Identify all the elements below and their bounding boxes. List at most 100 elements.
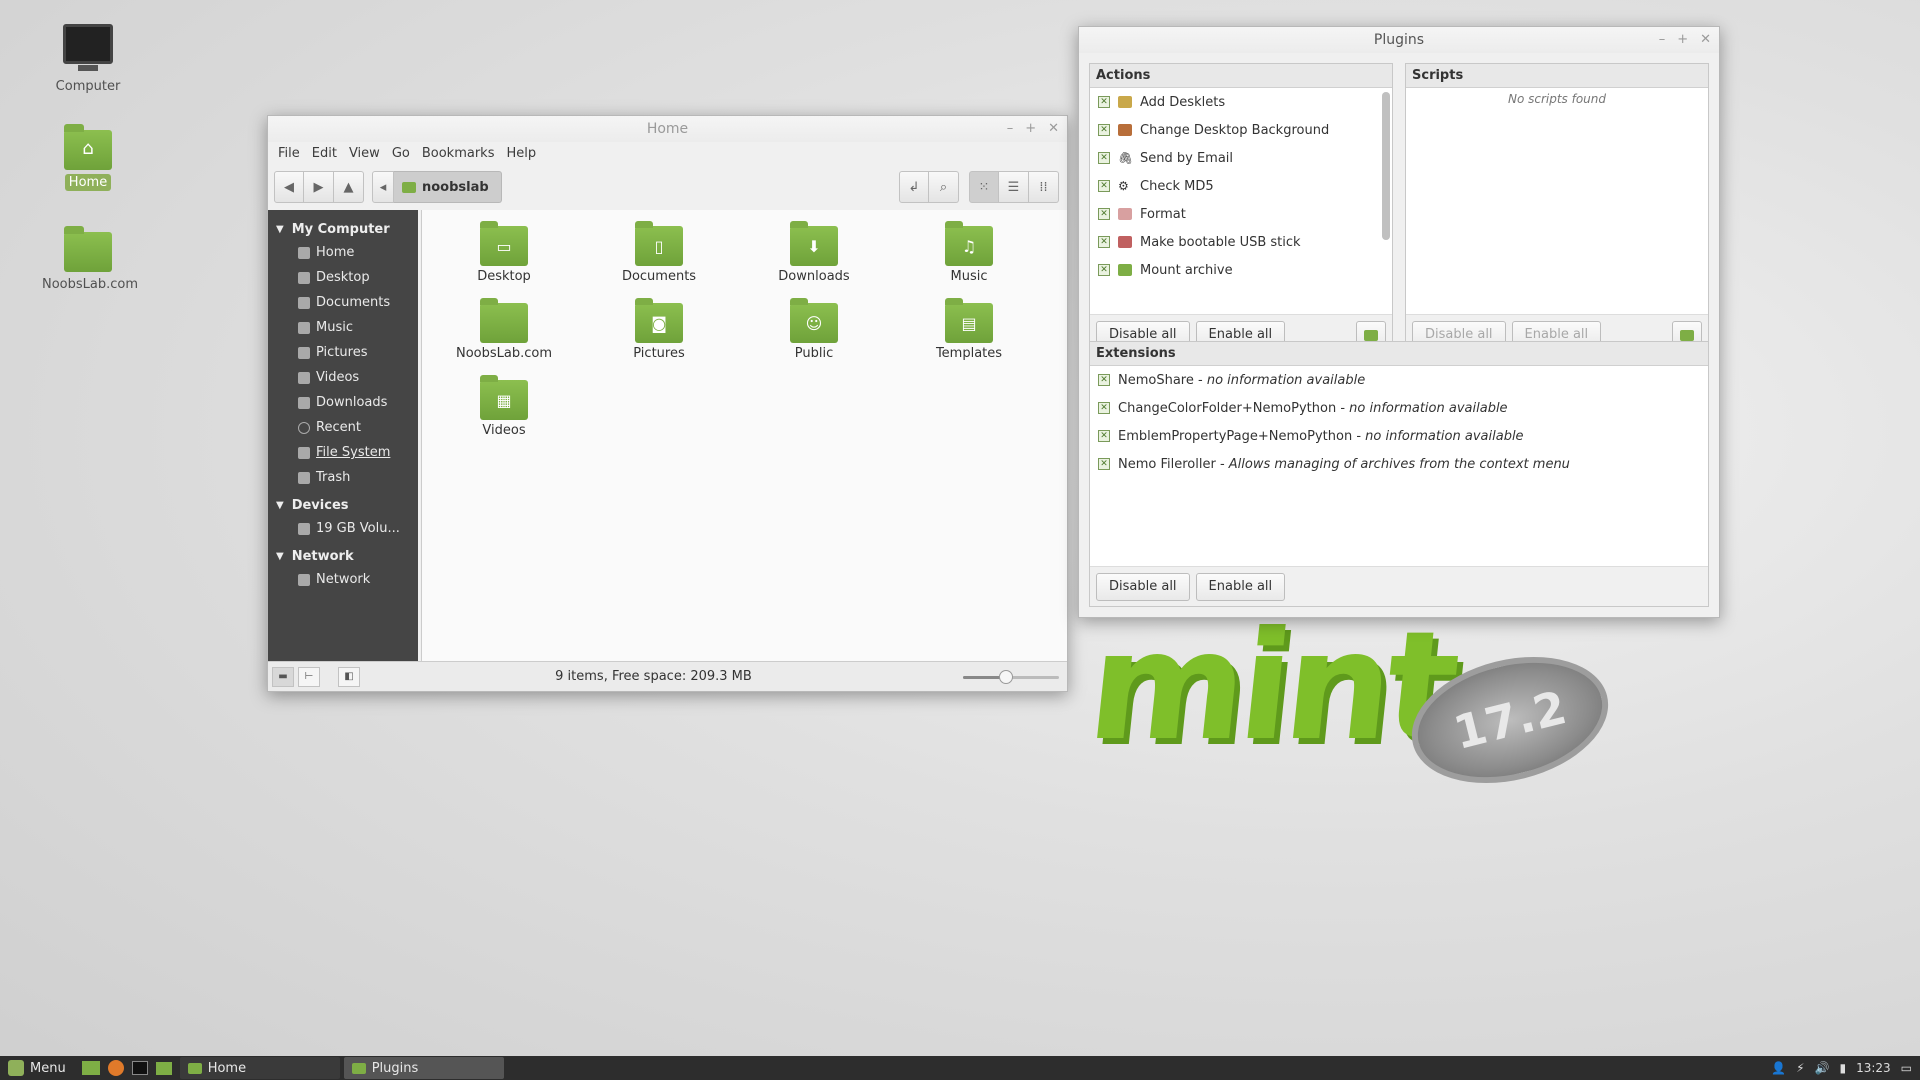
minimize-icon[interactable]: – [1007,121,1014,136]
action-row[interactable]: ✕ Change Desktop Background [1090,116,1392,144]
forward-button[interactable]: ▶ [304,171,334,203]
sidebar-section-devices[interactable]: ▼ Devices [268,494,418,516]
network-icon[interactable]: ⚡ [1796,1061,1804,1075]
action-row[interactable]: ✕ Format [1090,200,1392,228]
checkbox-checked[interactable]: ✕ [1098,402,1110,414]
extension-row[interactable]: ✕ EmblemPropertyPage+NemoPython - no info… [1090,422,1708,450]
zoom-slider-handle[interactable] [999,669,1014,684]
file-view[interactable]: ▭ Desktop ▯ Documents ⬇ Downloads ♫ Music No… [421,210,1067,661]
taskbar-window-plugins[interactable]: Plugins [343,1057,504,1079]
sidebar-item-volume[interactable]: 19 GB Volu... [268,516,418,541]
show-places-button[interactable]: ▬ [272,666,294,687]
file-item-desktop[interactable]: ▭ Desktop [444,221,564,284]
action-row[interactable]: ✕ 🖇 Send by Email [1090,144,1392,172]
file-item-noobslab[interactable]: NoobsLab.com [444,298,564,361]
maximize-icon[interactable]: + [1025,121,1036,136]
scrollbar-thumb[interactable] [1382,92,1390,240]
sidebar-item-pictures[interactable]: Pictures [268,340,418,365]
checkbox-checked[interactable]: ✕ [1098,152,1110,164]
sidebar-item-documents[interactable]: Documents [268,290,418,315]
list-view-button[interactable]: ☰ [999,171,1029,203]
checkbox-checked[interactable]: ✕ [1098,208,1110,220]
show-desktop-icon[interactable] [81,1061,100,1075]
toggle-location-button[interactable]: ↲ [899,171,929,203]
sidebar-item-trash[interactable]: Trash [268,465,418,490]
sidebar-section-my-computer[interactable]: ▼ My Computer [268,218,418,240]
show-treeview-button[interactable]: ⊢ [298,666,320,687]
checkbox-checked[interactable]: ✕ [1098,180,1110,192]
minimize-icon[interactable]: – [1659,32,1666,47]
sidebar-item-recent[interactable]: Recent [268,415,418,440]
files-icon[interactable] [155,1061,172,1075]
hide-sidebar-button[interactable]: ◧ [338,666,360,687]
sidebar-item-file-system[interactable]: File System [268,440,418,465]
menu-edit[interactable]: Edit [306,146,343,161]
volume-icon[interactable]: 🔊 [1815,1061,1830,1075]
sidebar-item-music[interactable]: Music [268,315,418,340]
checkbox-checked[interactable]: ✕ [1098,430,1110,442]
sidebar-item-downloads[interactable]: Downloads [268,390,418,415]
file-item-templates[interactable]: ▤ Templates [909,298,1029,361]
sidebar-item-label: Music [316,320,353,335]
menu-file[interactable]: File [272,146,306,161]
desktop-icon-computer[interactable]: Computer [38,24,138,95]
file-item-pictures[interactable]: ◙ Pictures [599,298,719,361]
checkbox-checked[interactable]: ✕ [1098,458,1110,470]
checkbox-checked[interactable]: ✕ [1098,264,1110,276]
menu-help[interactable]: Help [500,146,542,161]
user-icon[interactable]: 👤 [1771,1061,1786,1075]
show-desktop-icon[interactable]: ▭ [1901,1061,1912,1075]
back-button[interactable]: ◀ [274,171,304,203]
checkbox-checked[interactable]: ✕ [1098,124,1110,136]
extension-row[interactable]: ✕ NemoShare - no information available [1090,366,1708,394]
zoom-slider[interactable] [963,669,1059,684]
extensions-enable-all-button[interactable]: Enable all [1195,572,1286,601]
extensions-disable-all-button[interactable]: Disable all [1096,572,1190,601]
battery-icon[interactable]: ▮ [1839,1061,1846,1075]
up-button[interactable]: ▲ [334,171,364,203]
checkbox-checked[interactable]: ✕ [1098,96,1110,108]
firefox-icon[interactable] [107,1060,124,1076]
path-button-noobslab[interactable]: noobslab [394,171,502,203]
wallpaper-icon [1118,124,1132,136]
sidebar-section-network[interactable]: ▼ Network [268,545,418,567]
maximize-icon[interactable]: + [1677,32,1688,47]
extension-row[interactable]: ✕ Nemo Fileroller - Allows managing of ar… [1090,450,1708,478]
plugins-titlebar[interactable]: Plugins – + ✕ [1079,27,1719,53]
file-item-label: Desktop [477,269,531,284]
extension-row[interactable]: ✕ ChangeColorFolder+NemoPython - no infor… [1090,394,1708,422]
file-item-documents[interactable]: ▯ Documents [599,221,719,284]
file-item-music[interactable]: ♫ Music [909,221,1029,284]
action-row[interactable]: ✕ ⚙ Check MD5 [1090,172,1392,200]
search-button[interactable]: ⌕ [929,171,959,203]
checkbox-checked[interactable]: ✕ [1098,236,1110,248]
taskbar-window-home[interactable]: Home [179,1057,340,1079]
close-icon[interactable]: ✕ [1048,121,1059,136]
action-row[interactable]: ✕ Mount archive [1090,256,1392,284]
clock[interactable]: 13:23 [1856,1061,1891,1075]
terminal-icon[interactable] [131,1061,148,1075]
sidebar-item-desktop[interactable]: Desktop [268,265,418,290]
menu-bookmarks[interactable]: Bookmarks [416,146,501,161]
checkbox-checked[interactable]: ✕ [1098,374,1110,386]
sidebar-item-network[interactable]: Network [268,567,418,592]
sidebar-item-videos[interactable]: Videos [268,365,418,390]
desktop-icon-noobslab[interactable]: NoobsLab.com [38,226,138,293]
file-item-public[interactable]: ☺ Public [754,298,874,361]
file-item-downloads[interactable]: ⬇ Downloads [754,221,874,284]
icon-view-button[interactable]: ⁙ [969,171,999,203]
menu-view[interactable]: View [343,146,386,161]
close-icon[interactable]: ✕ [1700,32,1711,47]
action-row[interactable]: ✕ Make bootable USB stick [1090,228,1392,256]
sidebar-item-label: Downloads [316,395,388,410]
file-manager-titlebar[interactable]: Home – + ✕ [268,116,1067,142]
actions-scrollbar[interactable] [1382,92,1390,240]
menu-button[interactable]: Menu [0,1057,74,1079]
action-row[interactable]: ✕ Add Desklets [1090,88,1392,116]
compact-view-button[interactable]: ⁞⁞ [1029,171,1059,203]
desktop-icon-home[interactable]: ⌂ Home [38,124,138,191]
path-back-button[interactable]: ◂ [372,171,394,203]
sidebar-item-home[interactable]: Home [268,240,418,265]
file-item-videos[interactable]: ▦ Videos [444,375,564,438]
menu-go[interactable]: Go [386,146,416,161]
